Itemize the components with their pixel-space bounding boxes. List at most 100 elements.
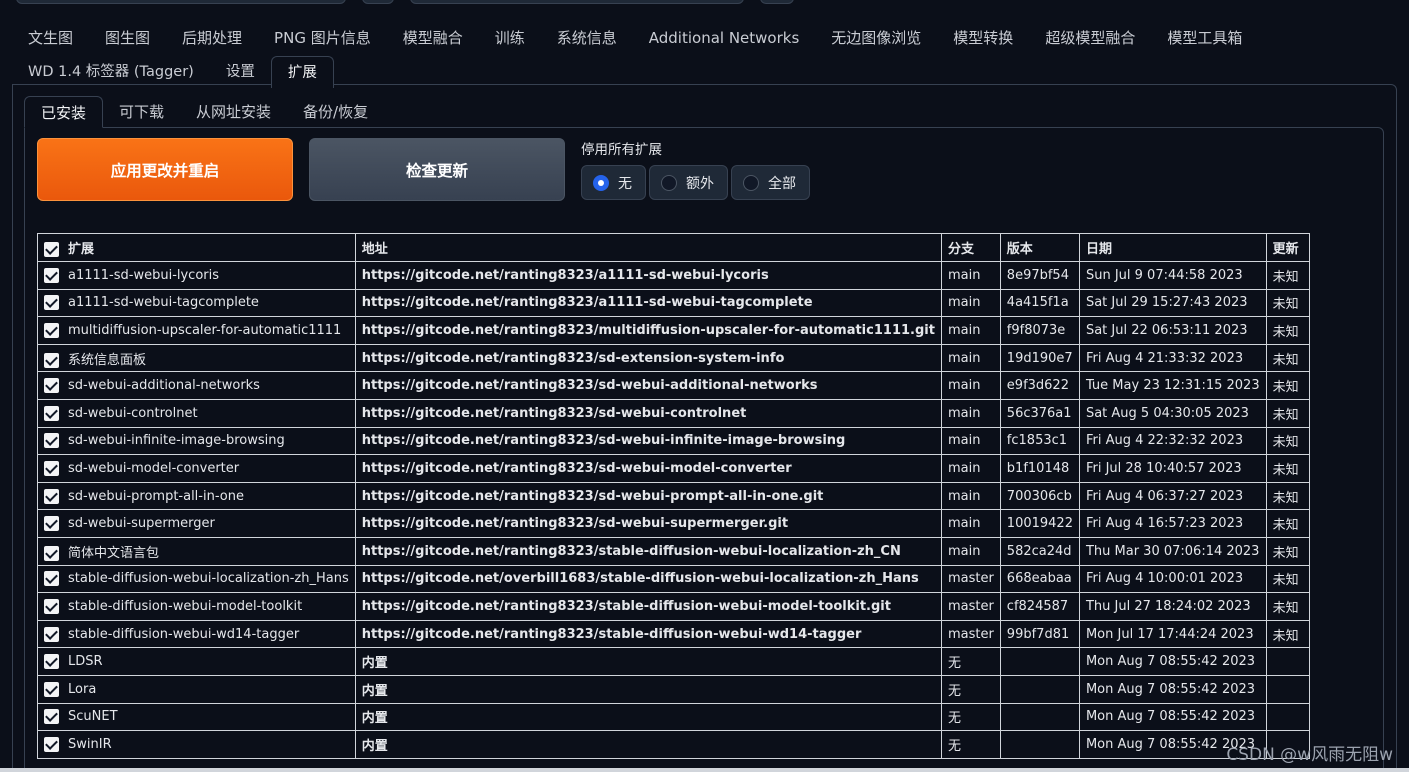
table-row: Lora 内置无 Mon Aug 7 08:55:42 2023 [37, 674, 1310, 704]
extension-branch: main [940, 261, 1001, 290]
extension-url[interactable]: 内置 [354, 647, 942, 676]
disable-option[interactable]: 无 [581, 165, 646, 200]
top-controls [0, 0, 1409, 6]
extension-checkbox[interactable] [44, 378, 59, 394]
extension-url[interactable]: https://gitcode.net/overbill1683/stable-… [354, 564, 942, 594]
extension-checkbox[interactable] [44, 598, 59, 614]
extension-url[interactable]: https://gitcode.net/ranting8323/a1111-sd… [354, 261, 942, 290]
main-tab-row-1: 文生图 图生图 后期处理 PNG 图片信息 模型融合 训练 系统信息 Additional N… [12, 24, 1402, 52]
extension-update: 未知 [1265, 481, 1310, 511]
table-row: stable-diffusion-webui-wd14-tagger https:… [37, 619, 1310, 649]
sub-tab[interactable]: 已安装 [24, 96, 104, 128]
table-row: sd-webui-controlnet https://gitcode.net/r… [37, 398, 1310, 428]
extension-url[interactable]: 内置 [354, 730, 942, 759]
select-all-checkbox[interactable] [44, 242, 59, 257]
extension-url[interactable]: https://gitcode.net/ranting8323/sd-webui… [354, 426, 942, 456]
extension-checkbox[interactable] [44, 626, 59, 642]
extension-name: 系统信息面板 [68, 352, 147, 368]
main-tab-bar: 文生图 图生图 后期处理 PNG 图片信息 模型融合 训练 系统信息 Additional N… [12, 24, 1402, 88]
table-row: sd-webui-prompt-all-in-one https://gitcod… [37, 481, 1310, 511]
main-tab[interactable]: 超级模型融合 [1029, 24, 1151, 52]
extension-checkbox[interactable] [44, 571, 59, 587]
extension-checkbox[interactable] [44, 352, 59, 368]
header-version: 版本 [999, 233, 1080, 262]
extension-url[interactable]: https://gitcode.net/ranting8323/multidif… [354, 316, 942, 345]
extension-checkbox[interactable] [44, 654, 59, 670]
extension-update: 未知 [1265, 371, 1310, 400]
checkpoint-dropdown[interactable] [16, 0, 346, 4]
disable-option[interactable]: 额外 [649, 165, 728, 200]
extension-url[interactable]: https://gitcode.net/ranting8323/sd-webui… [354, 371, 942, 400]
extension-version: 700306cb [999, 481, 1080, 511]
main-tab[interactable]: Additional Networks [633, 24, 816, 52]
extension-checkbox[interactable] [44, 516, 59, 532]
extension-url[interactable]: 内置 [354, 674, 942, 704]
radio-button[interactable] [661, 174, 677, 191]
extension-checkbox[interactable] [44, 322, 59, 338]
extension-checkbox[interactable] [44, 405, 59, 421]
extension-url[interactable]: https://gitcode.net/ranting8323/stable-d… [354, 619, 942, 649]
extension-version: 99bf7d81 [999, 619, 1080, 649]
extension-date: Sat Aug 5 04:30:05 2023 [1078, 398, 1267, 428]
sub-tab[interactable]: 备份/恢复 [287, 96, 384, 128]
extension-url[interactable]: https://gitcode.net/ranting8323/sd-webui… [354, 398, 942, 428]
extension-checkbox[interactable] [44, 545, 59, 561]
extension-name: 简体中文语言包 [68, 545, 160, 561]
main-tab[interactable]: 模型融合 [387, 24, 479, 52]
extension-url[interactable]: https://gitcode.net/ranting8323/stable-d… [354, 592, 942, 621]
table-row: stable-diffusion-webui-model-toolkit http… [37, 592, 1310, 621]
extension-url[interactable]: https://gitcode.net/ranting8323/a1111-sd… [354, 288, 942, 318]
extension-url[interactable]: https://gitcode.net/ranting8323/sd-webui… [354, 509, 942, 538]
extension-url[interactable]: 内置 [354, 702, 942, 732]
refresh-vae-button[interactable] [760, 0, 794, 4]
refresh-button[interactable] [362, 0, 394, 4]
extension-checkbox[interactable] [44, 267, 59, 283]
extension-checkbox[interactable] [44, 736, 59, 752]
sub-tab[interactable]: 可下载 [103, 96, 180, 128]
extension-checkbox[interactable] [44, 681, 59, 697]
table-row: ScuNET 内置无 Mon Aug 7 08:55:42 2023 [37, 702, 1310, 732]
vae-dropdown[interactable] [410, 0, 744, 4]
extension-url[interactable]: https://gitcode.net/ranting8323/sd-webui… [354, 454, 942, 483]
extension-url[interactable]: https://gitcode.net/ranting8323/sd-exten… [354, 343, 942, 373]
extension-branch: 无 [940, 730, 1001, 759]
extension-branch: main [940, 398, 1001, 428]
extension-date: Fri Jul 28 10:40:57 2023 [1078, 454, 1267, 483]
extension-checkbox[interactable] [44, 295, 59, 311]
extension-date: Mon Aug 7 08:55:42 2023 [1078, 674, 1267, 704]
main-tab[interactable]: 扩展 [270, 56, 334, 88]
extension-name-cell: sd-webui-supermerger [37, 509, 356, 538]
table-header-row: 扩展 地址 分支 版本 日期 更新 [37, 233, 1310, 262]
main-tab[interactable]: 系统信息 [541, 24, 633, 52]
radio-label: 额外 [686, 175, 714, 192]
header-branch: 分支 [940, 233, 1001, 262]
extension-version: 668eabaa [999, 564, 1080, 594]
main-tab[interactable]: 模型工具箱 [1151, 24, 1258, 52]
main-tab[interactable]: 无边图像浏览 [815, 24, 937, 52]
check-updates-button[interactable]: 检查更新 [309, 138, 565, 201]
extension-checkbox[interactable] [44, 460, 59, 476]
extension-checkbox[interactable] [44, 488, 59, 504]
main-tab[interactable]: 图生图 [89, 24, 166, 52]
extension-url[interactable]: https://gitcode.net/ranting8323/stable-d… [354, 536, 942, 566]
sub-tab[interactable]: 从网址安装 [180, 96, 287, 128]
radio-button[interactable] [593, 174, 609, 191]
disable-option[interactable]: 全部 [731, 165, 810, 200]
extension-checkbox[interactable] [44, 709, 59, 725]
apply-and-restart-button[interactable]: 应用更改并重启 [37, 138, 293, 201]
extension-name-cell: sd-webui-controlnet [37, 398, 356, 428]
header-url: 地址 [354, 233, 942, 262]
main-tab[interactable]: 训练 [479, 24, 541, 52]
extension-date: Mon Aug 7 08:55:42 2023 [1078, 702, 1267, 732]
main-tab[interactable]: PNG 图片信息 [258, 24, 387, 52]
extension-url[interactable]: https://gitcode.net/ranting8323/sd-webui… [354, 481, 942, 511]
main-tab[interactable]: 模型转换 [937, 24, 1029, 52]
header-extension-label: 扩展 [68, 242, 95, 257]
extension-checkbox[interactable] [44, 433, 59, 449]
extension-version [999, 674, 1080, 704]
extension-name: sd-webui-prompt-all-in-one [68, 488, 244, 504]
main-tab[interactable]: 后期处理 [166, 24, 258, 52]
radio-button[interactable] [743, 174, 759, 191]
main-tab[interactable]: 文生图 [12, 24, 89, 52]
table-row: sd-webui-model-converter https://gitcode.… [37, 454, 1310, 483]
